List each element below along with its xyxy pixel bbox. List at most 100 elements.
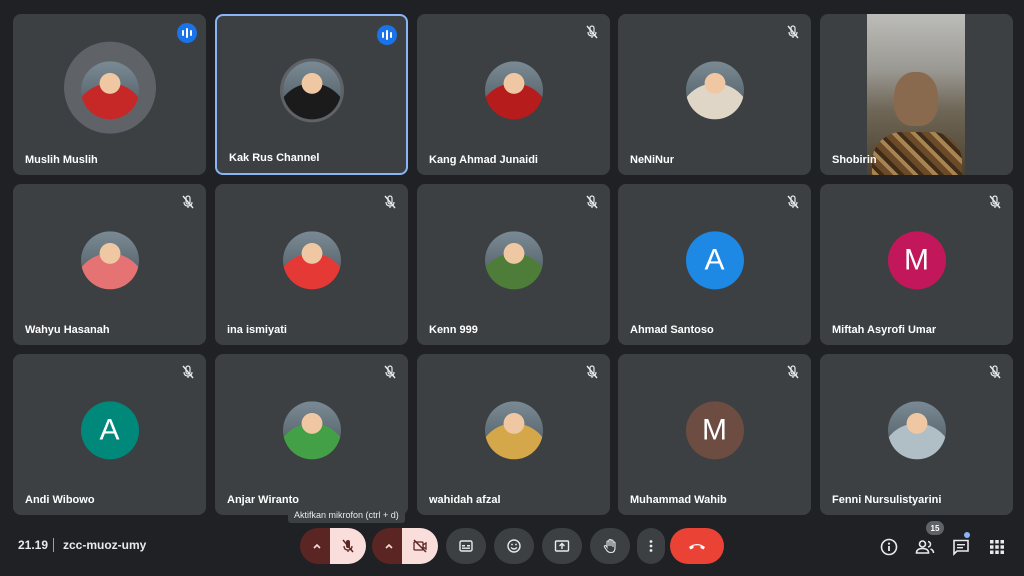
muted-indicator [987, 194, 1003, 210]
participant-tile[interactable]: Wahyu Hasanah [13, 184, 206, 345]
present-screen-icon [554, 540, 570, 552]
participant-name: Shobirin [832, 154, 877, 166]
muted-indicator [180, 364, 196, 380]
participant-name: Kang Ahmad Junaidi [429, 154, 538, 166]
avatar-photo [484, 60, 543, 119]
chat-button[interactable] [950, 536, 972, 558]
mic-off-icon [342, 539, 354, 553]
raise-hand-icon [603, 538, 616, 554]
muted-indicator [584, 194, 600, 210]
speaking-indicator-icon [377, 25, 397, 45]
emoji-button[interactable] [494, 528, 534, 564]
participant-tile[interactable]: NeNiNur [618, 14, 811, 175]
mic-off-icon [787, 195, 799, 209]
muted-indicator [785, 194, 801, 210]
participant-tile[interactable]: wahidah afzal [417, 354, 610, 515]
participant-tile[interactable]: M Muhammad Wahib [618, 354, 811, 515]
chevron-up-icon [385, 543, 393, 549]
muted-indicator [785, 24, 801, 40]
hang-up-button[interactable] [670, 528, 724, 564]
speaking-indicator-icon [177, 23, 197, 43]
avatar-initial: A [685, 230, 744, 289]
camera-toggle-button[interactable] [402, 528, 438, 564]
participant-name: wahidah afzal [429, 494, 501, 506]
avatar-photo [282, 60, 341, 119]
meeting-info-button[interactable] [878, 536, 900, 558]
participant-tile[interactable]: Anjar Wiranto [215, 354, 408, 515]
muted-indicator [584, 364, 600, 380]
captions-icon [459, 540, 473, 552]
participant-name: Kenn 999 [429, 324, 478, 336]
people-button[interactable] [914, 536, 936, 558]
muted-indicator [987, 364, 1003, 380]
participant-tile[interactable]: Kenn 999 [417, 184, 610, 345]
divider [53, 538, 54, 552]
avatar-photo [80, 230, 139, 289]
more-options-button[interactable] [637, 528, 665, 564]
mic-off-icon [989, 195, 1001, 209]
avatar-photo [685, 60, 744, 119]
muted-indicator [584, 24, 600, 40]
avatar-photo [887, 400, 946, 459]
mic-tooltip: Aktifkan mikrofon (ctrl + d) [288, 507, 405, 523]
hang-up-icon [689, 544, 705, 550]
participant-name: Miftah Asyrofi Umar [832, 324, 937, 336]
participant-tile[interactable]: Shobirin [820, 14, 1013, 175]
avatar-photo [282, 230, 341, 289]
more-options-icon [649, 540, 653, 552]
chat-icon [953, 539, 969, 556]
participant-tile[interactable]: A Andi Wibowo [13, 354, 206, 515]
chevron-up-icon [313, 543, 321, 549]
mic-off-icon [182, 365, 194, 379]
video-face [894, 72, 938, 126]
participant-tile[interactable]: ina ismiyati [215, 184, 408, 345]
participant-name: Anjar Wiranto [227, 494, 300, 506]
participant-tile[interactable]: Kang Ahmad Junaidi [417, 14, 610, 175]
mic-off-icon [989, 365, 1001, 379]
present-screen-button[interactable] [542, 528, 582, 564]
raise-hand-button[interactable] [590, 528, 630, 564]
people-icon [915, 540, 935, 554]
avatar-photo [282, 400, 341, 459]
avatar-photo [80, 60, 139, 119]
participant-grid: Muslih Muslih Kak Rus Channel Kang Ahmad J… [0, 0, 1024, 528]
camera-options-button[interactable] [372, 528, 406, 564]
participant-tile[interactable]: Muslih Muslih [13, 14, 206, 175]
meeting-time: 21.19 [18, 538, 49, 552]
participant-count-badge: 15 [926, 521, 944, 535]
mic-off-icon [586, 25, 598, 39]
mic-off-icon [787, 365, 799, 379]
mic-off-icon [586, 365, 598, 379]
info-icon [880, 538, 898, 556]
activities-icon [990, 540, 1004, 554]
muted-indicator [382, 194, 398, 210]
participant-tile[interactable]: Kak Rus Channel [215, 14, 408, 175]
captions-button[interactable] [446, 528, 486, 564]
participant-tile[interactable]: A Ahmad Santoso [618, 184, 811, 345]
activities-button[interactable] [986, 536, 1008, 558]
mic-off-icon [787, 25, 799, 39]
mic-off-icon [384, 365, 396, 379]
participant-name: Wahyu Hasanah [25, 324, 110, 336]
participant-name: Fenni Nursulistyarini [832, 494, 942, 506]
muted-indicator [382, 364, 398, 380]
chat-notification-dot [964, 532, 970, 538]
participant-name: Muslih Muslih [25, 154, 98, 166]
avatar-initial: M [685, 400, 744, 459]
microphone-toggle-button[interactable] [330, 528, 366, 564]
avatar-photo [484, 400, 543, 459]
mic-off-icon [182, 195, 194, 209]
meeting-code[interactable]: zcc-muoz-umy [63, 538, 146, 552]
participant-name: ina ismiyati [227, 324, 287, 336]
participant-name: Ahmad Santoso [630, 324, 714, 336]
mic-options-button[interactable] [300, 528, 334, 564]
participant-tile[interactable]: M Miftah Asyrofi Umar [820, 184, 1013, 345]
avatar-initial: M [887, 230, 946, 289]
mic-off-icon [384, 195, 396, 209]
camera-off-icon [413, 539, 427, 553]
participant-tile[interactable]: Fenni Nursulistyarini [820, 354, 1013, 515]
muted-indicator [785, 364, 801, 380]
avatar-photo [484, 230, 543, 289]
muted-indicator [180, 194, 196, 210]
mic-off-icon [586, 195, 598, 209]
